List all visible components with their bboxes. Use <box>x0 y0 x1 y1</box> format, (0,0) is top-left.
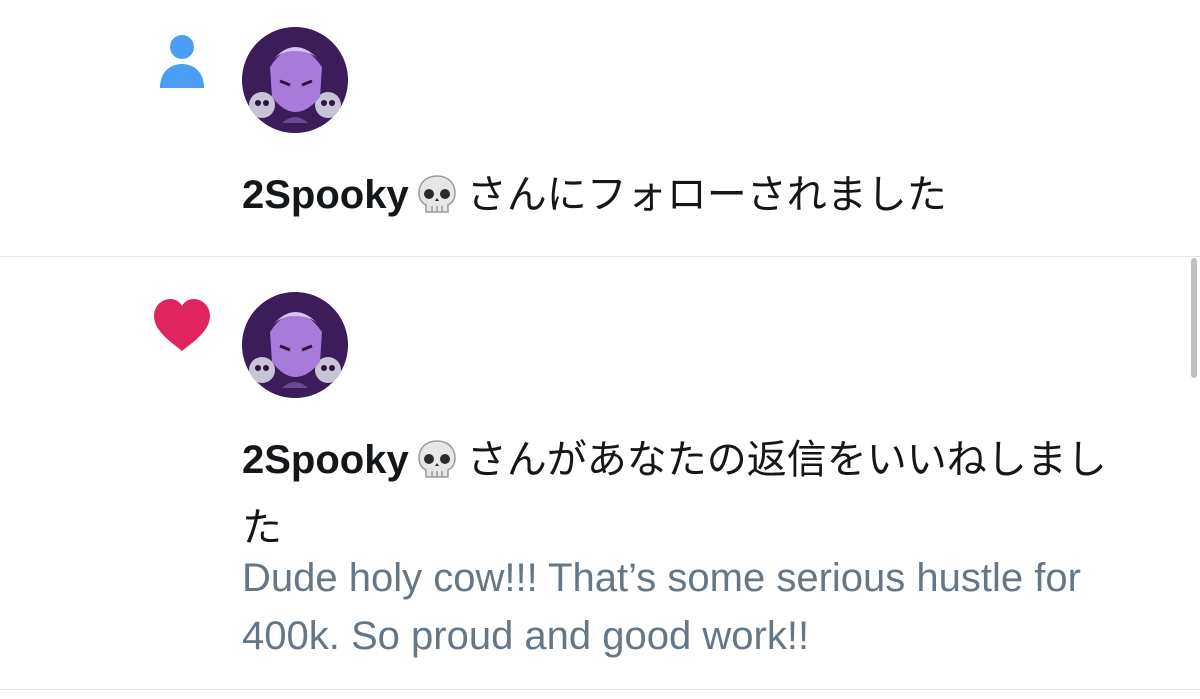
username[interactable]: 2Spooky <box>242 173 409 217</box>
username[interactable]: 2Spooky <box>242 438 409 482</box>
notification-message: 2Spooky さんがあなたの返信をいいねしました <box>242 431 1142 558</box>
notifications-feed: 2Spooky さんにフォローされました 2Spooky さんがあなたの返信をい… <box>0 0 1200 699</box>
avatar[interactable] <box>242 292 348 398</box>
scrollbar[interactable] <box>1191 258 1197 378</box>
person-icon <box>152 30 212 90</box>
notification-like[interactable]: 2Spooky さんがあなたの返信をいいねしました Dude holy cow!… <box>0 257 1200 690</box>
action-text: さんにフォローされました <box>466 173 947 217</box>
skull-emoji <box>415 438 459 499</box>
notification-follow[interactable]: 2Spooky さんにフォローされました <box>0 0 1200 257</box>
notification-message: 2Spooky さんにフォローされました <box>242 166 1142 234</box>
skull-emoji <box>415 173 459 234</box>
avatar[interactable] <box>242 27 348 133</box>
heart-icon <box>152 296 212 356</box>
liked-reply-preview[interactable]: Dude holy cow!!! That’s some serious hus… <box>242 549 1182 665</box>
